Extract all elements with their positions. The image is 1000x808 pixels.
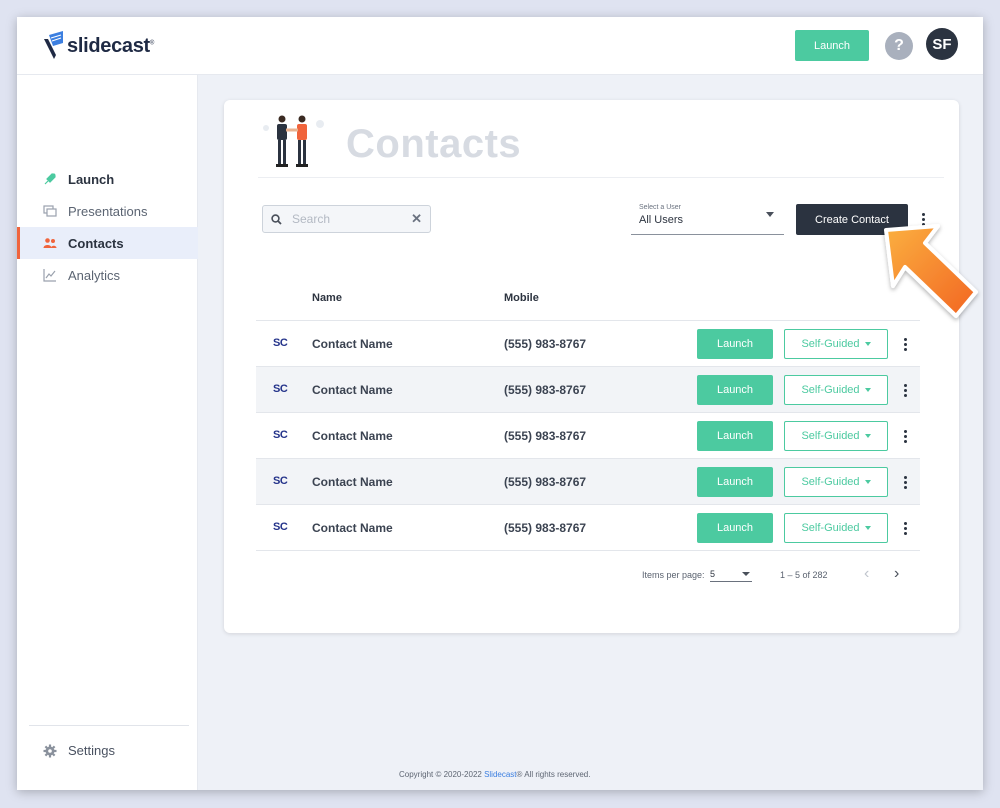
search-placeholder: Search xyxy=(292,212,331,226)
self-guided-label: Self-Guided xyxy=(801,522,860,534)
caret-down-icon xyxy=(864,342,871,346)
slidecast-logo[interactable]: slidecast® xyxy=(41,29,161,63)
items-per-page-value: 5 xyxy=(710,569,716,579)
search-input[interactable]: Search ✕ xyxy=(262,205,431,233)
table-row[interactable]: SC Contact Name (555) 983-8767 Launch Se… xyxy=(256,367,920,413)
self-guided-dropdown[interactable]: Self-Guided xyxy=(784,329,888,359)
footer-brand-link[interactable]: Slidecast xyxy=(484,770,516,779)
table-row[interactable]: SC Contact Name (555) 983-8767 Launch Se… xyxy=(256,459,920,505)
title-divider xyxy=(258,177,944,178)
row-launch-button[interactable]: Launch xyxy=(697,421,773,451)
items-per-page-select[interactable]: 5 xyxy=(710,567,752,582)
gear-icon xyxy=(43,744,57,758)
contact-mobile: (555) 983-8767 xyxy=(504,475,587,489)
self-guided-dropdown[interactable]: Self-Guided xyxy=(784,421,888,451)
footer-prefix: Copyright © 2020-2022 xyxy=(399,770,485,779)
table-row[interactable]: SC Contact Name (555) 983-8767 Launch Se… xyxy=(256,413,920,459)
chevron-down-icon xyxy=(742,572,750,576)
row-launch-button[interactable]: Launch xyxy=(697,329,773,359)
sidebar-item-contacts[interactable]: Contacts xyxy=(17,227,198,259)
search-icon xyxy=(271,213,282,225)
self-guided-label: Self-Guided xyxy=(801,476,860,488)
sidebar: Launch Presentations Contacts Analytics xyxy=(17,75,198,790)
launch-button[interactable]: Launch xyxy=(795,30,869,61)
caret-down-icon xyxy=(864,480,871,484)
contacts-card: Contacts Search ✕ Select a User All User… xyxy=(224,100,959,633)
row-launch-button[interactable]: Launch xyxy=(697,375,773,405)
page-title: Contacts xyxy=(346,122,522,166)
table-row[interactable]: SC Contact Name (555) 983-8767 Launch Se… xyxy=(256,505,920,551)
clear-search-icon[interactable]: ✕ xyxy=(411,211,422,227)
help-icon[interactable]: ? xyxy=(885,32,913,60)
sidebar-item-analytics[interactable]: Analytics xyxy=(17,259,198,291)
contact-name[interactable]: Contact Name xyxy=(312,429,393,443)
user-avatar[interactable]: SF xyxy=(926,28,958,60)
contact-logo: SC xyxy=(273,429,288,441)
column-header-mobile[interactable]: Mobile xyxy=(504,292,539,304)
contact-mobile: (555) 983-8767 xyxy=(504,337,587,351)
contact-logo: SC xyxy=(273,383,288,395)
handshake-illustration xyxy=(263,115,324,167)
row-more-options-icon[interactable] xyxy=(900,521,910,536)
contact-name[interactable]: Contact Name xyxy=(312,521,393,535)
sidebar-item-label: Presentations xyxy=(68,203,148,219)
sidebar-nav: Launch Presentations Contacts Analytics xyxy=(17,163,198,291)
sidebar-item-launch[interactable]: Launch xyxy=(17,163,198,195)
caret-down-icon xyxy=(864,388,871,392)
rocket-icon xyxy=(43,172,57,186)
sidebar-item-label: Launch xyxy=(68,171,115,187)
contacts-icon xyxy=(43,236,57,250)
top-bar: slidecast® Launch ? SF xyxy=(17,17,983,75)
logo-text: slidecast® xyxy=(67,34,155,57)
copyright-footer: Copyright © 2020-2022 Slidecast® All rig… xyxy=(399,770,590,779)
contact-mobile: (555) 983-8767 xyxy=(504,521,587,535)
row-more-options-icon[interactable] xyxy=(900,383,910,398)
column-header-name[interactable]: Name xyxy=(312,292,342,304)
contact-logo: SC xyxy=(273,475,288,487)
user-select[interactable]: Select a User All Users xyxy=(631,201,784,235)
caret-down-icon xyxy=(864,526,871,530)
user-select-value: All Users xyxy=(639,214,684,226)
self-guided-label: Self-Guided xyxy=(801,430,860,442)
sidebar-item-settings[interactable]: Settings xyxy=(43,743,115,758)
presentations-icon xyxy=(43,204,57,218)
sidebar-divider xyxy=(29,725,189,726)
row-launch-button[interactable]: Launch xyxy=(697,513,773,543)
items-per-page-label: Items per page: xyxy=(642,570,705,580)
caret-down-icon xyxy=(864,434,871,438)
previous-page-icon[interactable]: ‹ xyxy=(864,566,869,582)
self-guided-label: Self-Guided xyxy=(801,338,860,350)
settings-label: Settings xyxy=(68,743,115,758)
sidebar-item-label: Contacts xyxy=(68,235,124,251)
contact-logo: SC xyxy=(273,337,288,349)
callout-arrow-icon xyxy=(884,224,978,318)
self-guided-dropdown[interactable]: Self-Guided xyxy=(784,513,888,543)
row-more-options-icon[interactable] xyxy=(900,475,910,490)
page-range: 1 – 5 of 282 xyxy=(780,570,828,580)
self-guided-label: Self-Guided xyxy=(801,384,860,396)
contact-mobile: (555) 983-8767 xyxy=(504,429,587,443)
footer-suffix: ® All rights reserved. xyxy=(516,770,591,779)
next-page-icon[interactable]: › xyxy=(894,566,899,582)
sidebar-item-label: Analytics xyxy=(68,267,121,283)
contact-mobile: (555) 983-8767 xyxy=(504,383,587,397)
sidebar-item-presentations[interactable]: Presentations xyxy=(17,195,198,227)
contact-logo: SC xyxy=(273,521,288,533)
contact-name[interactable]: Contact Name xyxy=(312,475,393,489)
user-select-label: Select a User xyxy=(639,204,682,211)
table-row[interactable]: SC Contact Name (555) 983-8767 Launch Se… xyxy=(256,321,920,367)
slidecast-logo-icon xyxy=(44,31,63,59)
row-more-options-icon[interactable] xyxy=(900,337,910,352)
self-guided-dropdown[interactable]: Self-Guided xyxy=(784,375,888,405)
self-guided-dropdown[interactable]: Self-Guided xyxy=(784,467,888,497)
app-window: slidecast® Launch ? SF Launch Presentati… xyxy=(17,17,983,790)
contact-name[interactable]: Contact Name xyxy=(312,383,393,397)
row-launch-button[interactable]: Launch xyxy=(697,467,773,497)
row-more-options-icon[interactable] xyxy=(900,429,910,444)
analytics-icon xyxy=(43,268,57,282)
contact-name[interactable]: Contact Name xyxy=(312,337,393,351)
chevron-down-icon xyxy=(766,212,774,217)
table-header: Name Mobile xyxy=(256,286,920,320)
